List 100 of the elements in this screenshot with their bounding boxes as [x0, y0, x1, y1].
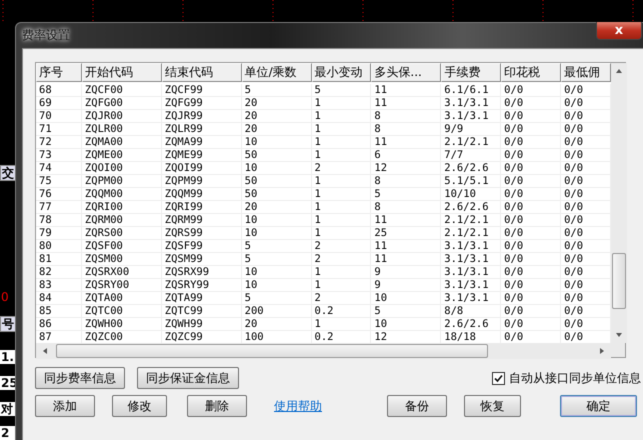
table-cell: 20 [242, 318, 312, 330]
background-label: 0 [0, 290, 10, 304]
table-cell: ZQTA00 [82, 292, 162, 304]
column-header[interactable]: 手续费 [441, 63, 502, 82]
table-cell: 10 [242, 266, 312, 278]
column-header[interactable]: 印花税 [501, 63, 562, 82]
table-cell: ZQME00 [82, 149, 162, 161]
sync-button[interactable]: 同步费率信息 [35, 367, 125, 389]
table-cell: 11 [371, 240, 442, 252]
table-cell: 1 [312, 214, 372, 226]
table-cell: ZQSM00 [82, 253, 162, 265]
table-cell: 77 [36, 201, 82, 213]
table-cell: 2 [312, 240, 372, 252]
table-cell: 79 [36, 227, 82, 239]
table-cell: 5 [242, 240, 312, 252]
table-cell: 0.2 [312, 305, 372, 317]
table-cell: ZQOI00 [82, 162, 162, 174]
scroll-down-icon[interactable] [615, 331, 623, 339]
table-cell: 0/0 [501, 136, 562, 148]
ok-button[interactable]: 确定 [560, 395, 637, 417]
column-header[interactable]: 序号 [36, 63, 82, 82]
table-cell: ZQCF00 [82, 84, 162, 96]
table-cell: 2.6/2.6 [441, 318, 502, 330]
table-cell: 5 [312, 84, 372, 96]
table-cell: 3.1/3.1 [441, 97, 502, 109]
table-cell: 1 [312, 97, 372, 109]
table-cell: ZQLR99 [162, 123, 242, 135]
table-cell: 50 [242, 188, 312, 200]
table-cell: 9 [371, 266, 442, 278]
table-cell: 2.1/2.1 [441, 136, 502, 148]
table-cell: 0/0 [501, 162, 562, 174]
table-cell: 10/10 [441, 188, 502, 200]
action-button[interactable]: 添加 [35, 395, 95, 417]
column-header[interactable]: 多头保... [371, 63, 442, 82]
table-cell: 2.1/2.1 [441, 214, 502, 226]
table-cell: 3.1/3.1 [441, 292, 502, 304]
table-cell: 1 [312, 175, 372, 187]
scroll-thumb[interactable] [56, 344, 488, 358]
horizontal-scrollbar[interactable] [36, 343, 611, 359]
table-cell: ZQRI99 [162, 201, 242, 213]
scroll-right-icon[interactable] [598, 347, 606, 355]
action-button[interactable]: 备份 [387, 395, 447, 417]
table-cell: 0/0 [501, 97, 562, 109]
help-link[interactable]: 使用帮助 [274, 398, 322, 414]
scroll-up-icon[interactable] [615, 67, 623, 75]
table-cell: ZQOI99 [162, 162, 242, 174]
action-button[interactable]: 删除 [187, 395, 247, 417]
table-cell: 9 [371, 279, 442, 291]
table-cell: 8/8 [441, 305, 502, 317]
table-cell: ZQME99 [162, 149, 242, 161]
table-cell: ZQWH99 [162, 318, 242, 330]
column-header[interactable]: 结束代码 [162, 63, 242, 82]
table-cell: 0/0 [501, 201, 562, 213]
table-cell: 10 [242, 162, 312, 174]
table-cell: ZQRM99 [162, 214, 242, 226]
column-header[interactable]: 开始代码 [82, 63, 162, 82]
table-cell: 2 [312, 162, 372, 174]
table-cell: 83 [36, 279, 82, 291]
table-cell: 1 [312, 318, 372, 330]
table-cell: ZQFG00 [82, 97, 162, 109]
column-header[interactable]: 最小变动 [312, 63, 372, 82]
table-cell: 9/9 [441, 123, 502, 135]
table-cell: 76 [36, 188, 82, 200]
table-cell: 8 [371, 175, 442, 187]
table-cell: 80 [36, 240, 82, 252]
table-cell: ZQJR99 [162, 110, 242, 122]
table-cell: 3.1/3.1 [441, 240, 502, 252]
table-cell: 8 [371, 110, 442, 122]
table-cell: 20 [242, 110, 312, 122]
table-cell: 5 [371, 188, 442, 200]
table-cell: ZQCF99 [162, 84, 242, 96]
table-cell: 0/0 [501, 318, 562, 330]
table-cell: 20 [242, 97, 312, 109]
column-header[interactable]: 最低佣 [561, 63, 611, 82]
table-cell: ZQRI00 [82, 201, 162, 213]
table-cell: 0/0 [501, 292, 562, 304]
table-cell: 200 [242, 305, 312, 317]
table-cell: 1 [312, 279, 372, 291]
table-cell: ZQSRX99 [162, 266, 242, 278]
action-button[interactable]: 修改 [112, 395, 167, 417]
table-cell: 0/0 [501, 305, 562, 317]
column-header[interactable]: 单位/乘数 [242, 63, 312, 82]
table-cell: 20 [242, 123, 312, 135]
vertical-scrollbar[interactable] [611, 63, 627, 343]
scroll-left-icon[interactable] [41, 347, 49, 355]
sync-button[interactable]: 同步保证金信息 [137, 367, 239, 389]
table-cell: 3.1/3.1 [441, 110, 502, 122]
table-cell: 82 [36, 266, 82, 278]
table-cell: 3.1/3.1 [441, 279, 502, 291]
table-cell: 3.1/3.1 [441, 266, 502, 278]
table-cell: 0/0 [501, 149, 562, 161]
table-cell: 1 [312, 227, 372, 239]
scroll-thumb[interactable] [612, 253, 626, 309]
close-button[interactable]: x [596, 22, 642, 40]
table-cell: 5 [242, 292, 312, 304]
table-cell: 11 [371, 84, 442, 96]
table-cell: 5 [242, 84, 312, 96]
window-title: 费率设置 [22, 27, 70, 44]
action-button[interactable]: 恢复 [464, 395, 521, 417]
auto-sync-checkbox[interactable] [492, 372, 505, 384]
